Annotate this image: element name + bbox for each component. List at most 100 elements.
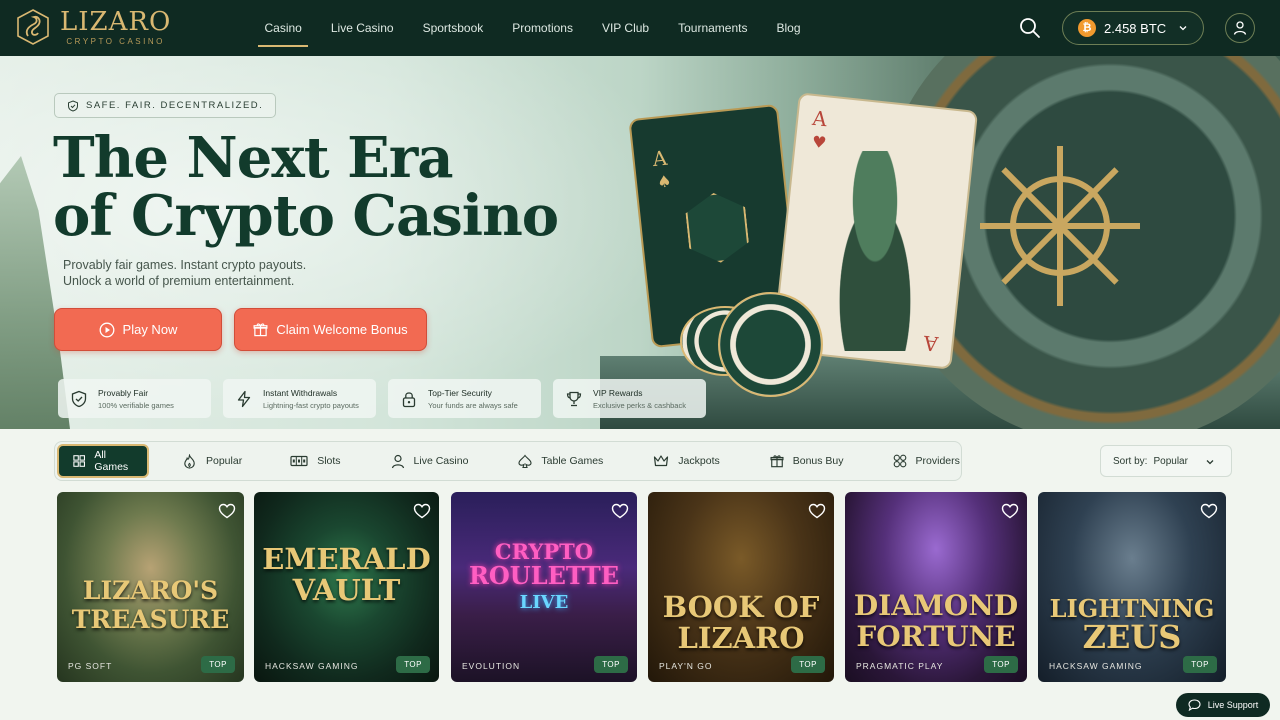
filter-label: Providers: [915, 455, 960, 467]
game-title-line: EMERALD: [262, 542, 431, 576]
top-badge: TOP: [201, 656, 235, 673]
feature-desc: Exclusive perks & cashback: [593, 400, 686, 410]
game-provider: PG SOFT: [68, 661, 113, 671]
grid-icon: [73, 455, 85, 467]
chat-bubble-icon: [1188, 699, 1201, 711]
brand-logo[interactable]: LIZARO CRYPTO CASINO: [14, 8, 171, 46]
game-card-book-of-lizaro[interactable]: BOOK OF LIZARO PLAY'N GO TOP: [648, 492, 834, 682]
feature-provably-fair: Provably Fair 100% verifiable games: [58, 379, 211, 418]
game-title: LIGHTNING ZEUS: [1038, 594, 1226, 654]
heart-icon[interactable]: [218, 502, 236, 520]
hero-title: The Next Era of Crypto Casino: [53, 129, 573, 245]
wallet-balance-button[interactable]: ₿ 2.458 BTC: [1062, 11, 1204, 45]
hero-banner: A ♠ A ♥ A SAFE. FAIR. DECENTRALIZED. The…: [0, 56, 1280, 429]
filter-label: Jackpots: [678, 455, 720, 467]
nav-casino[interactable]: Casino: [250, 0, 316, 56]
trophy-icon: [566, 391, 582, 406]
game-card-emerald-vault[interactable]: EMERALD VAULT HACKSAW GAMING TOP: [254, 492, 439, 682]
chevron-down-icon: [1179, 26, 1187, 31]
heart-icon[interactable]: [808, 502, 826, 520]
filter-label: Table Games: [541, 455, 604, 467]
filter-label: Bonus Buy: [792, 455, 844, 467]
lock-icon: [402, 391, 416, 407]
trust-badge-text: SAFE. FAIR. DECENTRALIZED.: [86, 100, 264, 111]
feature-instant-withdrawals: Instant Withdrawals Lightning-fast crypt…: [223, 379, 376, 418]
top-header: LIZARO CRYPTO CASINO Casino Live Casino …: [0, 0, 1280, 56]
lightning-icon: [237, 390, 251, 407]
nav-promotions[interactable]: Promotions: [498, 0, 588, 56]
heart-icon[interactable]: [611, 502, 629, 520]
top-badge: TOP: [396, 656, 430, 673]
sort-dropdown[interactable]: Sort by: Popular: [1100, 445, 1232, 477]
game-provider: PRAGMATIC PLAY: [856, 661, 944, 671]
game-title: BOOK OF LIZARO: [648, 592, 834, 654]
game-title-line: LIZARO'S: [82, 576, 219, 605]
filter-providers[interactable]: Providers: [893, 444, 960, 478]
game-card-lightning-zeus[interactable]: LIGHTNING ZEUS HACKSAW GAMING TOP: [1038, 492, 1226, 682]
game-title-line: LIVE: [519, 592, 569, 613]
shield-check-icon: [71, 390, 87, 407]
filter-label: Slots: [317, 455, 341, 467]
game-title: DIAMOND FORTUNE: [845, 590, 1027, 652]
game-provider: PLAY'N GO: [659, 661, 713, 671]
filter-popular[interactable]: Popular: [182, 444, 242, 478]
filter-jackpots[interactable]: Jackpots: [653, 444, 720, 478]
nav-vip-club[interactable]: VIP Club: [587, 0, 663, 56]
top-badge: TOP: [594, 656, 628, 673]
flame-icon: [184, 453, 195, 469]
game-thumbnail: [845, 492, 1027, 682]
lizard-logo-icon: [17, 9, 49, 45]
game-card-lizaros-treasure[interactable]: LIZARO'S TREASURE PG SOFT TOP: [57, 492, 244, 682]
main-nav: Casino Live Casino Sportsbook Promotions…: [250, 0, 815, 56]
nav-tournaments[interactable]: Tournaments: [664, 0, 762, 56]
filter-table-games[interactable]: Table Games: [518, 444, 603, 478]
game-title-line: DIAMOND: [853, 589, 1019, 622]
feature-highlights: Provably Fair 100% verifiable games Inst…: [58, 379, 706, 418]
nav-sportsbook[interactable]: Sportsbook: [408, 0, 498, 56]
game-card-diamond-fortune[interactable]: DIAMOND FORTUNE PRAGMATIC PLAY TOP: [845, 492, 1027, 682]
top-badge: TOP: [1183, 656, 1217, 673]
user-account-button[interactable]: [1225, 13, 1255, 43]
play-now-button[interactable]: Play Now: [54, 308, 222, 351]
gift-icon: [253, 323, 268, 337]
person-icon: [391, 454, 404, 468]
nav-live-casino[interactable]: Live Casino: [316, 0, 408, 56]
sort-value: Popular: [1153, 455, 1188, 467]
heart-icon[interactable]: [413, 502, 431, 520]
nav-blog[interactable]: Blog: [762, 0, 815, 56]
claim-bonus-button[interactable]: Claim Welcome Bonus: [234, 308, 427, 351]
game-provider: HACKSAW GAMING: [265, 661, 359, 671]
claim-bonus-label: Claim Welcome Bonus: [276, 322, 408, 337]
hero-title-line-1: The Next Era: [53, 125, 454, 191]
feature-title: VIP Rewards: [593, 387, 643, 398]
filter-label: Live Casino: [413, 455, 469, 467]
feature-vip-rewards: VIP Rewards Exclusive perks & cashback: [553, 379, 706, 418]
feature-title: Top-Tier Security: [428, 387, 492, 398]
hero-title-line-2: of Crypto Casino: [53, 183, 559, 249]
heart-icon[interactable]: [1200, 502, 1218, 520]
feature-title: Instant Withdrawals: [263, 387, 338, 398]
game-title: CRYPTO ROULETTE LIVE: [451, 540, 637, 615]
hero-subtitle-line-2: Unlock a world of premium entertainment.: [63, 274, 295, 288]
filter-bonus-buy[interactable]: Bonus Buy: [770, 444, 844, 478]
filter-live-casino[interactable]: Live Casino: [391, 444, 469, 478]
crown-icon: [654, 455, 669, 467]
sort-label: Sort by:: [1113, 455, 1148, 467]
feature-desc: 100% verifiable games: [98, 400, 174, 410]
top-badge: TOP: [791, 656, 825, 673]
filter-slots[interactable]: Slots: [290, 444, 341, 478]
search-icon[interactable]: [1018, 16, 1042, 40]
game-title: LIZARO'S TREASURE: [57, 576, 244, 634]
filter-all-games[interactable]: All Games: [57, 444, 149, 478]
spade-icon: [518, 454, 532, 468]
user-icon: [1233, 21, 1247, 35]
filter-label: Popular: [206, 455, 243, 467]
game-card-crypto-roulette-live[interactable]: CRYPTO ROULETTE LIVE EVOLUTION TOP: [451, 492, 637, 682]
heart-icon[interactable]: [1001, 502, 1019, 520]
live-support-button[interactable]: Live Support: [1176, 693, 1270, 717]
feature-title: Provably Fair: [98, 387, 149, 398]
game-title-line: BOOK OF: [662, 590, 820, 624]
trust-badge: SAFE. FAIR. DECENTRALIZED.: [54, 93, 277, 118]
game-category-filters: All Games Popular Slots Live Casino Tabl…: [54, 441, 962, 481]
game-provider: EVOLUTION: [462, 661, 521, 671]
